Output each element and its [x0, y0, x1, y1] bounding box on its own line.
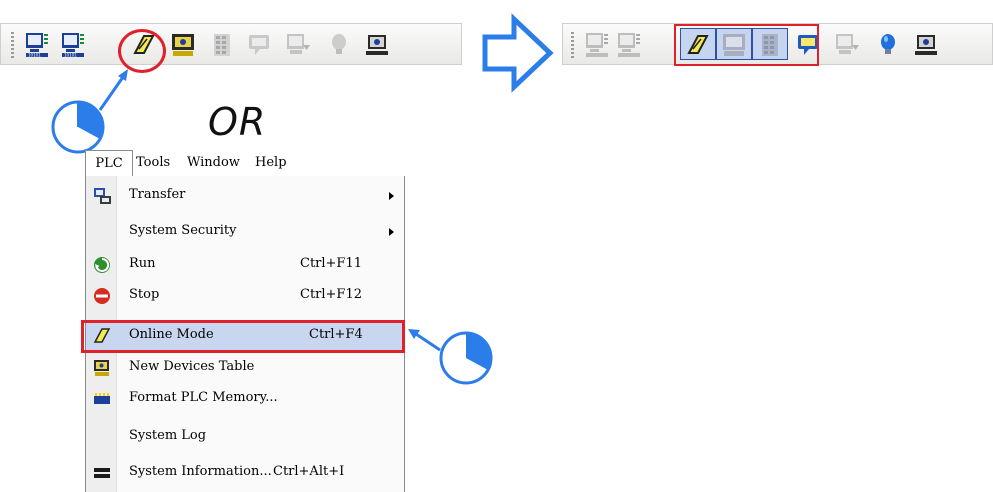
online-mode-highlight-frame [81, 320, 405, 353]
network-monitor-icon[interactable] [364, 31, 392, 59]
monitor-chat-icon [246, 31, 274, 59]
click-indicator-right [408, 329, 493, 385]
toolbar-grip[interactable] [571, 32, 574, 58]
monitor-download-icon [583, 31, 611, 59]
click-indicator-left [51, 69, 128, 154]
menu-item-system-information[interactable]: System Information... Ctrl+Alt+I [86, 459, 404, 487]
bulb-icon[interactable] [874, 31, 902, 59]
menu-item-run[interactable]: Run Ctrl+F11 [86, 251, 404, 279]
stop-icon [92, 286, 112, 306]
run-icon [92, 255, 112, 275]
menu-help[interactable]: Help [251, 150, 291, 176]
format-memory-icon [92, 389, 112, 409]
menu-item-system-security[interactable]: System Security [86, 218, 404, 246]
monitor-upload-icon [615, 31, 643, 59]
menu-item-new-devices-table[interactable]: New Devices Table [86, 354, 404, 382]
network-monitor-icon[interactable] [913, 31, 941, 59]
system-information-icon [92, 463, 112, 483]
memory-grid-icon [208, 31, 236, 59]
menu-item-format-plc-memory[interactable]: Format PLC Memory... [86, 385, 404, 413]
transition-arrow [482, 13, 554, 93]
bulb-icon [325, 31, 353, 59]
active-buttons-highlight [674, 24, 819, 66]
new-devices-table-icon[interactable] [169, 31, 197, 59]
submenu-arrow-icon [389, 192, 394, 200]
menubar: PLC Tools Window Help [85, 150, 405, 178]
menu-plc[interactable]: PLC [85, 150, 133, 177]
monitor-arrow-icon [284, 31, 312, 59]
menu-tools[interactable]: Tools [132, 150, 174, 176]
menu-item-transfer[interactable]: Transfer [86, 182, 404, 210]
monitor-arrow-icon [833, 31, 861, 59]
toolbar-grip[interactable] [11, 32, 14, 58]
menu-item-stop[interactable]: Stop Ctrl+F12 [86, 282, 404, 310]
transfer-icon [92, 186, 112, 206]
submenu-arrow-icon [389, 228, 394, 236]
menu-window[interactable]: Window [183, 150, 244, 176]
or-label: OR [208, 100, 267, 144]
new-devices-table-icon [92, 358, 112, 378]
menu-item-system-log[interactable]: System Log [86, 423, 404, 451]
